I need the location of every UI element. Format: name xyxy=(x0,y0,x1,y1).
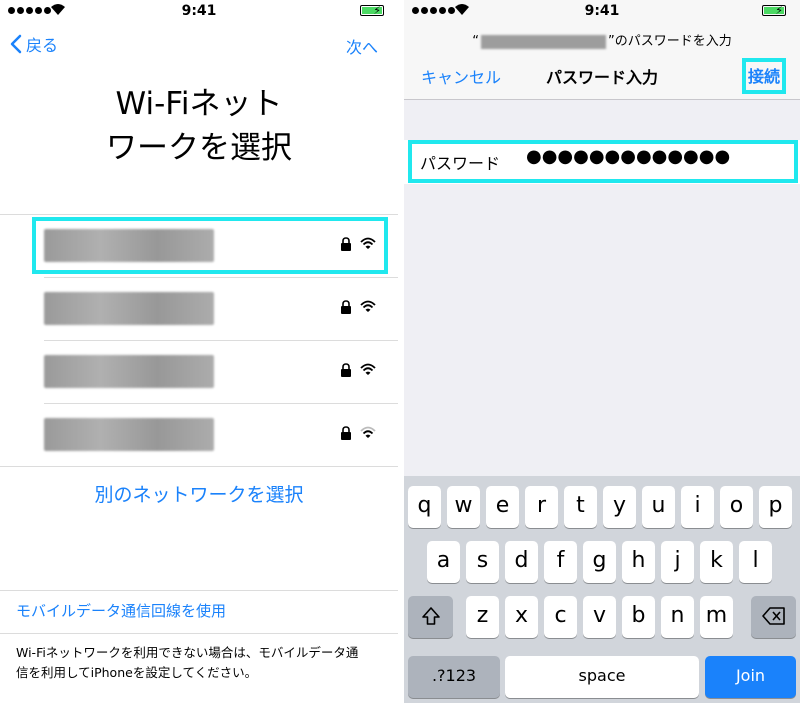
key-h[interactable]: h xyxy=(622,541,655,583)
choose-other-network-link[interactable]: 別のネットワークを選択 xyxy=(0,480,398,507)
key-g[interactable]: g xyxy=(583,541,616,583)
shift-icon xyxy=(421,607,440,625)
key-j[interactable]: j xyxy=(661,541,694,583)
status-time: 9:41 xyxy=(181,3,217,19)
footnote-line-1: Wi-Fiネットワークを利用できない場合は、モバイルデータ通 xyxy=(16,645,359,660)
key-s[interactable]: s xyxy=(466,541,499,583)
key-i[interactable]: i xyxy=(681,486,714,528)
delete-key[interactable] xyxy=(751,596,796,638)
key-t[interactable]: t xyxy=(564,486,597,528)
network-name-redacted xyxy=(44,355,214,388)
network-name-redacted xyxy=(44,418,214,451)
footnote-line-2: 信を利用してiPhoneを設定してください。 xyxy=(16,665,258,680)
title-line-1: Wi-Fiネット xyxy=(115,86,283,122)
key-z[interactable]: z xyxy=(466,596,499,638)
back-label: 戻る xyxy=(26,36,59,55)
back-button[interactable]: 戻る xyxy=(10,32,58,56)
key-c[interactable]: c xyxy=(544,596,577,638)
prompt-text: ”のパスワードを入力 xyxy=(608,34,732,49)
keyboard: q w e r t y u i o p a s d f g h j k l z … xyxy=(404,476,800,703)
chevron-left-icon xyxy=(10,34,22,54)
cellular-top-divider xyxy=(0,590,398,591)
wifi-signal-icon xyxy=(360,300,376,312)
key-w[interactable]: w xyxy=(447,486,480,528)
title-line-2: ワークを選択 xyxy=(106,130,292,166)
wifi-signal-weak-icon xyxy=(360,426,376,438)
network-row-2[interactable] xyxy=(0,277,398,340)
key-v[interactable]: v xyxy=(583,596,616,638)
key-m[interactable]: m xyxy=(700,596,733,638)
key-q[interactable]: q xyxy=(408,486,441,528)
space-key[interactable]: space xyxy=(505,656,699,698)
key-k[interactable]: k xyxy=(700,541,733,583)
cellular-footnote: Wi-Fiネットワークを利用できない場合は、モバイルデータ通 信を利用してiPh… xyxy=(16,643,386,683)
prompt-open-quote: “ xyxy=(472,34,479,49)
key-o[interactable]: o xyxy=(720,486,753,528)
charging-icon: ⚡ xyxy=(775,4,783,17)
key-y[interactable]: y xyxy=(603,486,636,528)
charging-icon: ⚡ xyxy=(373,4,381,17)
key-x[interactable]: x xyxy=(505,596,538,638)
key-e[interactable]: e xyxy=(486,486,519,528)
key-n[interactable]: n xyxy=(661,596,694,638)
password-highlight xyxy=(408,140,798,183)
password-header: 9:41 ⚡ “”のパスワードを入力 キャンセル パスワード入力 接続 xyxy=(404,0,800,100)
key-u[interactable]: u xyxy=(642,486,675,528)
page-title: Wi-Fiネット ワークを選択 xyxy=(0,82,398,170)
status-bar: 9:41 ⚡ xyxy=(404,0,800,22)
list-bottom-divider xyxy=(0,466,398,467)
next-button[interactable]: 次へ xyxy=(346,34,378,58)
key-p[interactable]: p xyxy=(759,486,792,528)
network-row-4[interactable] xyxy=(0,403,398,466)
delete-icon xyxy=(761,607,785,625)
status-bar: 9:41 ⚡ xyxy=(0,0,398,22)
key-f[interactable]: f xyxy=(544,541,577,583)
lock-icon xyxy=(341,426,351,440)
key-l[interactable]: l xyxy=(739,541,772,583)
lock-icon xyxy=(341,300,351,314)
key-a[interactable]: a xyxy=(427,541,460,583)
wifi-signal-icon xyxy=(360,363,376,375)
numbers-key[interactable]: .?123 xyxy=(408,656,500,698)
lock-icon xyxy=(341,363,351,377)
wifi-select-screen: 9:41 ⚡ 戻る 次へ Wi-Fiネット ワークを選択 別のネットワークを選択… xyxy=(0,0,398,703)
key-d[interactable]: d xyxy=(505,541,538,583)
password-screen: 9:41 ⚡ “”のパスワードを入力 キャンセル パスワード入力 接続 パスワー… xyxy=(404,0,800,703)
connect-button[interactable]: 接続 xyxy=(742,58,786,94)
network-name-redacted xyxy=(44,292,214,325)
network-row-3[interactable] xyxy=(0,340,398,403)
key-b[interactable]: b xyxy=(622,596,655,638)
selection-highlight xyxy=(32,217,388,274)
use-cellular-link[interactable]: モバイルデータ通信回線を使用 xyxy=(16,600,226,621)
cellular-bottom-divider xyxy=(0,633,398,634)
nav-title: パスワード入力 xyxy=(545,68,658,87)
password-prompt: “ ”のパスワードを入力 xyxy=(404,30,800,49)
ssid-redacted xyxy=(481,34,606,49)
join-key[interactable]: Join xyxy=(705,656,796,698)
key-r[interactable]: r xyxy=(525,486,558,528)
shift-key[interactable] xyxy=(408,596,453,638)
status-time: 9:41 xyxy=(584,3,620,19)
